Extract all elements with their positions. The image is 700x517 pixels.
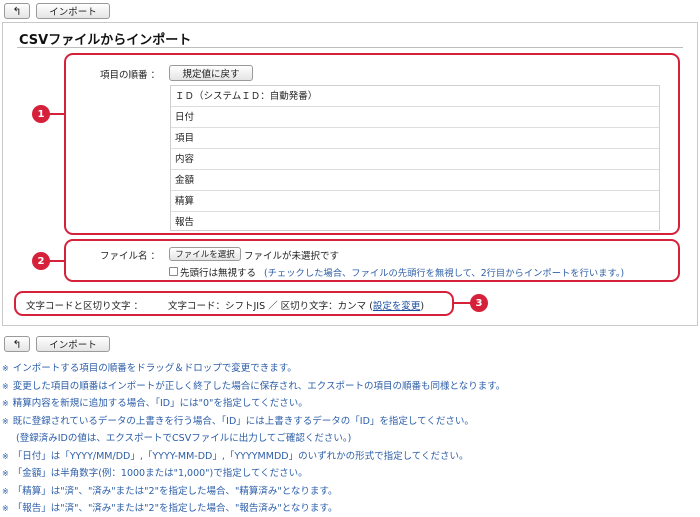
field-order-list[interactable]: ＩＤ（システムＩＤ：自動発番） 日付 項目 内容 金額 精算 報告 <box>170 85 660 231</box>
note-text: 「精算」は"済"、"済み"または"2"を指定した場合、"精算済み"となります。 <box>12 485 338 497</box>
back-button[interactable]: ↰ <box>4 3 30 19</box>
reset-default-button[interactable]: 規定値に戻す <box>169 65 253 81</box>
note-line: ※ 「日付」は「YYYY/MM/DD」,「YYYY-MM-DD」,「YYYYMMD… <box>2 448 698 466</box>
note-text: 「報告」は"済"、"済み"または"2"を指定した場合、"報告済み"となります。 <box>12 503 338 514</box>
order-label: 項目の順番 ： <box>100 70 161 81</box>
badge-2-connector <box>48 260 66 262</box>
note-line: ※ 変更した項目の順番はインポートが正しく終了した場合に保存され、エクスポートの項… <box>2 378 698 396</box>
note-line: (登録済みIDの値は、エクスポートでCSVファイルに出力してご確認ください。) <box>2 430 698 448</box>
import-button-bottom[interactable]: インポート <box>36 336 110 352</box>
order-item-description[interactable]: 内容 <box>171 149 659 170</box>
note-line: ※ 「報告」は"済"、"済み"または"2"を指定した場合、"報告済み"となります。 <box>2 500 698 517</box>
note-line: ※ インポートする項目の順番をドラッグ＆ドロップで変更できます。 <box>2 360 698 378</box>
note-mark: ※ <box>2 451 9 461</box>
skip-header-checkbox[interactable] <box>169 267 178 276</box>
back-arrow-icon: ↰ <box>12 4 22 18</box>
note-line: ※ 「金額」は半角数字(例：1000または"1,000")で指定してください。 <box>2 465 698 483</box>
order-item-amount[interactable]: 金額 <box>171 170 659 191</box>
notes-list: ※ インポートする項目の順番をドラッグ＆ドロップで変更できます。 ※ 変更した項目の… <box>2 360 698 517</box>
badge-3: 3 <box>470 294 488 312</box>
order-item-id[interactable]: ＩＤ（システムＩＤ：自動発番） <box>171 86 659 107</box>
file-label: ファイル名 ： <box>100 251 161 262</box>
encoding-label: 文字コードと区切り文字 ： <box>26 301 144 312</box>
badge-2: 2 <box>32 252 50 270</box>
note-mark: ※ <box>2 416 9 426</box>
skip-header-note: (チェックした場合、ファイルの先頭行を無視して、2行目からインポートを行います。… <box>264 268 625 279</box>
title-divider <box>17 47 683 48</box>
skip-header-label[interactable]: 先頭行は無視する <box>180 265 256 279</box>
note-text: 「日付」は「YYYY/MM/DD」,「YYYY-MM-DD」,「YYYYMMDD… <box>12 450 469 462</box>
no-file-text: ファイルが未選択です <box>244 251 340 262</box>
order-item-date[interactable]: 日付 <box>171 107 659 128</box>
change-settings-link[interactable]: 設定を変更 <box>373 301 421 312</box>
badge-1: 1 <box>32 105 50 123</box>
import-button[interactable]: インポート <box>36 3 110 19</box>
choose-file-button[interactable]: ファイルを選択 <box>169 247 241 261</box>
order-item-settlement[interactable]: 精算 <box>171 191 659 212</box>
back-arrow-icon-bottom: ↰ <box>12 337 22 351</box>
note-line: ※ 精算内容を新規に追加する場合、「ID」には"0"を指定してください。 <box>2 395 698 413</box>
note-text: 既に登録されているデータの上書きを行う場合、「ID」には上書きするデータの「ID… <box>12 415 474 427</box>
note-mark: ※ <box>2 469 9 478</box>
order-item-report[interactable]: 報告 <box>171 212 659 230</box>
note-text: (登録済みIDの値は、エクスポートでCSVファイルに出力してご確認ください。) <box>16 433 352 444</box>
note-mark: ※ <box>2 399 9 408</box>
panel-title: CSVファイルからインポート <box>19 33 192 48</box>
note-text: 「金額」は半角数字(例：1000または"1,000")で指定してください。 <box>12 468 308 479</box>
note-text: 変更した項目の順番はインポートが正しく終了した場合に保存され、エクスポートの項目… <box>12 380 506 392</box>
encoding-value-text: 文字コード：シフトJIS ／ 区切り文字：カンマ ( <box>168 301 373 312</box>
note-mark: ※ <box>2 486 9 496</box>
badge-3-connector <box>452 302 472 304</box>
note-line: ※ 既に登録されているデータの上書きを行う場合、「ID」には上書きするデータの「I… <box>2 413 698 431</box>
note-mark: ※ <box>2 381 9 391</box>
note-text: インポートする項目の順番をドラッグ＆ドロップで変更できます。 <box>12 363 297 374</box>
note-text: 精算内容を新規に追加する場合、「ID」には"0"を指定してください。 <box>12 398 308 409</box>
back-button-bottom[interactable]: ↰ <box>4 336 30 352</box>
note-mark: ※ <box>2 364 9 373</box>
order-item-category[interactable]: 項目 <box>171 128 659 149</box>
encoding-close-paren: ) <box>420 301 425 312</box>
note-mark: ※ <box>2 504 9 513</box>
note-line: ※ 「精算」は"済"、"済み"または"2"を指定した場合、"精算済み"となります。 <box>2 483 698 501</box>
badge-1-connector <box>48 113 66 115</box>
encoding-value: 文字コード：シフトJIS ／ 区切り文字：カンマ (設定を変更) <box>168 298 424 312</box>
